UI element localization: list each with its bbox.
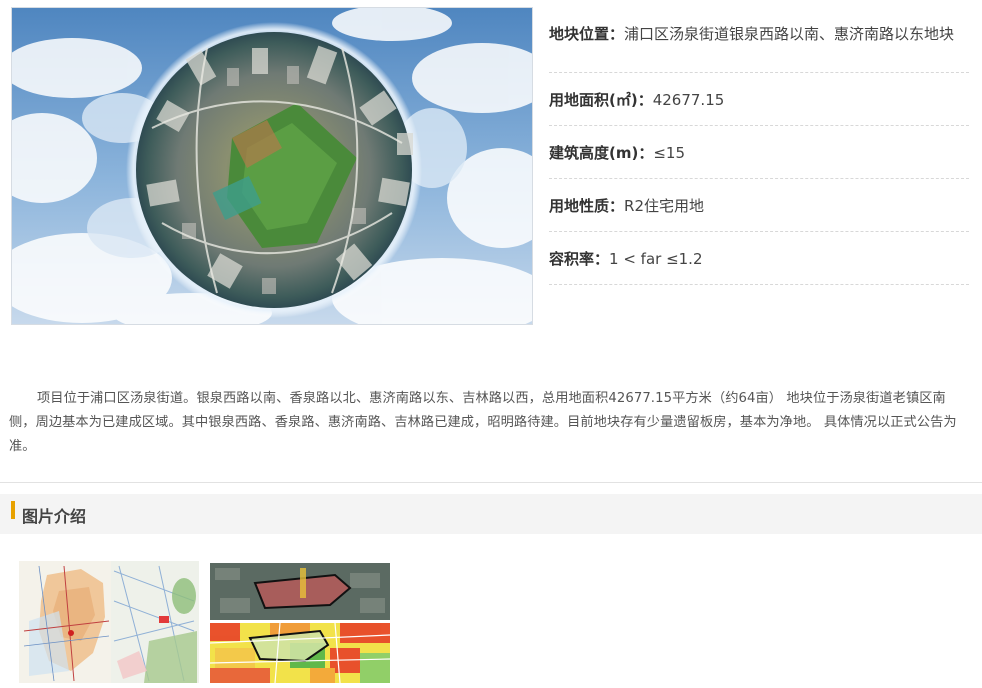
project-description: 项目位于浦口区汤泉街道。银泉西路以南、香泉路以北、惠济南路以东、吉林路以西，总用… [9, 391, 957, 454]
spec-location-value: 浦口区汤泉街道银泉西路以南、惠济南路以东地块 [624, 25, 955, 43]
spec-area-label: 用地面积(㎡)： [549, 91, 653, 109]
spec-location-label: 地块位置： [549, 25, 625, 43]
spec-use-label: 用地性质： [549, 197, 625, 215]
spec-area: 用地面积(㎡)： 42677.15 [549, 73, 969, 126]
spec-far: 容积率： 1 < far ≤1.2 [549, 232, 969, 285]
spec-far-value: 1 < far ≤1.2 [609, 250, 703, 268]
spec-use-value: R2住宅用地 [624, 197, 704, 215]
hero-aerial-image [11, 7, 533, 325]
section-divider [0, 482, 982, 483]
gallery-header: 图片介绍 [0, 494, 982, 534]
satellite-and-zoning-map-thumbnail[interactable] [210, 563, 390, 683]
spec-location: 地块位置： 浦口区汤泉街道银泉西路以南、惠济南路以东地块 [549, 21, 969, 73]
parcel-specs: 地块位置： 浦口区汤泉街道银泉西路以南、惠济南路以东地块 用地面积(㎡)： 42… [549, 21, 969, 285]
spec-height-label: 建筑高度(m)： [549, 144, 654, 162]
section-accent-bar [11, 501, 15, 519]
gallery-title: 图片介绍 [22, 507, 87, 526]
spec-far-label: 容积率： [549, 250, 610, 268]
spec-height: 建筑高度(m)： ≤15 [549, 126, 969, 179]
spec-area-value: 42677.15 [652, 91, 725, 109]
spec-height-value: ≤15 [653, 144, 685, 162]
location-map-thumbnail[interactable] [19, 561, 199, 683]
spec-use: 用地性质： R2住宅用地 [549, 179, 969, 232]
